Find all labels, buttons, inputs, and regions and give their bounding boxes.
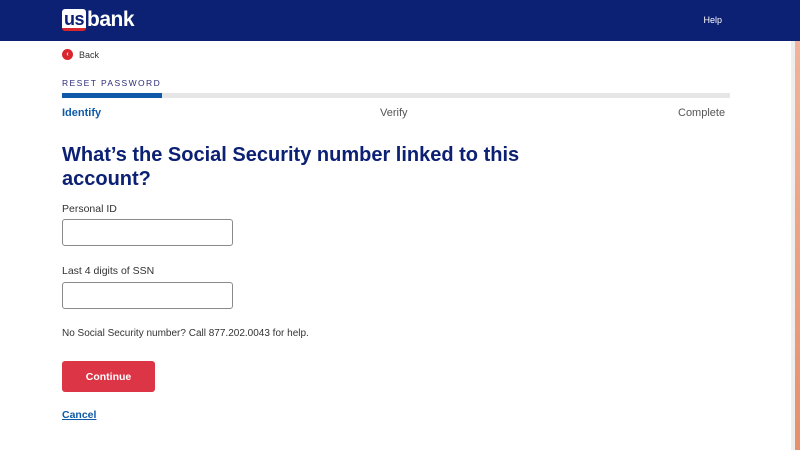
continue-button[interactable]: Continue (62, 361, 155, 392)
progress-track (62, 93, 730, 98)
step-complete: Complete (678, 107, 726, 119)
step-verify: Verify (380, 107, 408, 119)
cancel-link[interactable]: Cancel (62, 409, 96, 421)
logo-us-mark: us (62, 9, 87, 31)
help-link[interactable]: Help (703, 15, 722, 25)
usbank-logo[interactable]: us bank (62, 7, 135, 33)
personal-id-label: Personal ID (62, 203, 117, 215)
reset-password-title: RESET PASSWORD (62, 78, 162, 88)
back-button[interactable]: ‹ Back (62, 49, 99, 60)
back-label: Back (79, 49, 100, 60)
step-identify: Identify (62, 107, 102, 119)
personal-id-input[interactable] (62, 219, 233, 246)
logo-bank-text: bank (87, 8, 135, 31)
page-edge-accent (795, 41, 800, 450)
ssn-last4-label: Last 4 digits of SSN (62, 265, 155, 277)
top-header: us bank Help (0, 0, 800, 41)
back-arrow-icon: ‹ (62, 49, 73, 60)
progress-fill (62, 93, 163, 98)
help-text: No Social Security number? Call 877.202.… (62, 328, 309, 339)
ssn-last4-input[interactable] (62, 282, 233, 309)
page-title: What’s the Social Security number linked… (62, 144, 520, 190)
